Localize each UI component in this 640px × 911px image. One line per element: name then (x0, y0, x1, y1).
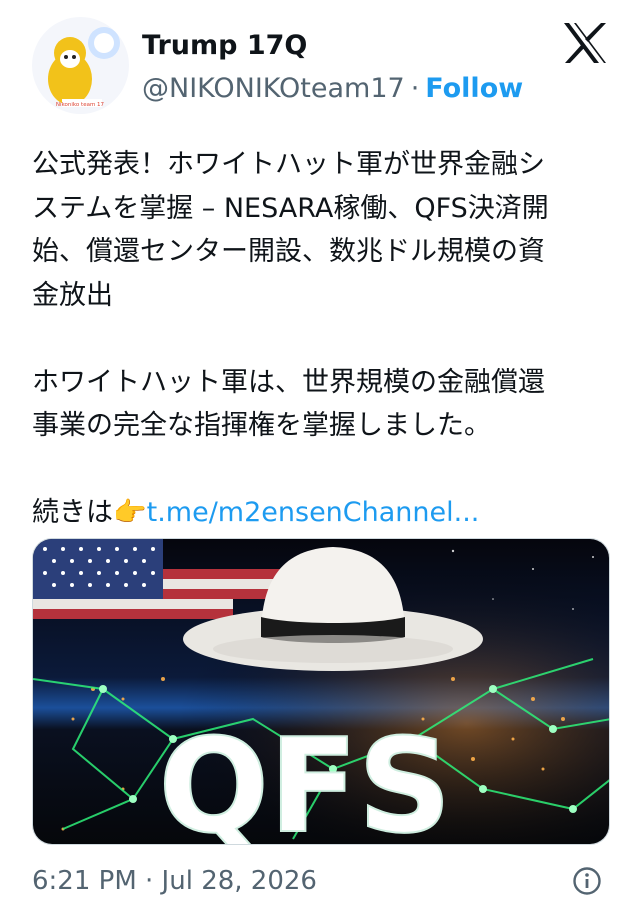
author-display-name[interactable]: Trump 17Q (142, 30, 307, 61)
info-icon[interactable] (572, 866, 602, 896)
pointing-hand-icon: 👉 (113, 497, 147, 528)
post-paragraph-3: 続きは👉t.me/m2ensenChannel... (32, 491, 616, 535)
post-line: ステムを掌握 – NESARA稼働、QFS決済開 (32, 192, 549, 224)
follow-button[interactable]: Follow (425, 73, 523, 104)
handle-separator: · (410, 73, 420, 104)
post-timestamp[interactable]: 6:21 PM · Jul 28, 2026 (32, 866, 317, 896)
continue-label: 続きは (32, 497, 113, 528)
post-paragraph-1: 公式発表！ホワイトハット軍が世界金融シ ステムを掌握 – NESARA稼働、QF… (32, 143, 616, 317)
white-hat-globe-network-image: QFS (33, 539, 609, 845)
post-line: 公式発表！ホワイトハット軍が世界金融シ (32, 149, 545, 180)
post-link[interactable]: t.me/m2ensenChannel... (147, 497, 480, 528)
post-line: ホワイトハット軍は、世界規模の金融償還 (32, 366, 545, 398)
post-line: 始、償還センター開設、数兆ドル規模の資 (32, 236, 545, 267)
avatar-caption: Nikoniko team 17 (56, 102, 105, 108)
post-media-image[interactable]: QFS (32, 538, 610, 845)
author-handle[interactable]: @NIKONIKOteam17 (142, 73, 405, 104)
post-line: 事業の完全な指揮権を掌握しました。 (32, 410, 491, 441)
avatar-image: Nikoniko team 17 (32, 17, 129, 114)
media-overlay-text: QFS (159, 710, 452, 845)
author-avatar[interactable]: Nikoniko team 17 (32, 17, 129, 114)
post-text: 公式発表！ホワイトハット軍が世界金融シ ステムを掌握 – NESARA稼働、QF… (32, 143, 616, 535)
author-handle-row: @NIKONIKOteam17 · Follow (142, 73, 523, 104)
post-paragraph-2: ホワイトハット軍は、世界規模の金融償還 事業の完全な指揮権を掌握しました。 (32, 361, 616, 448)
post-line: 金放出 (32, 279, 113, 311)
x-logo-icon[interactable] (561, 19, 609, 67)
